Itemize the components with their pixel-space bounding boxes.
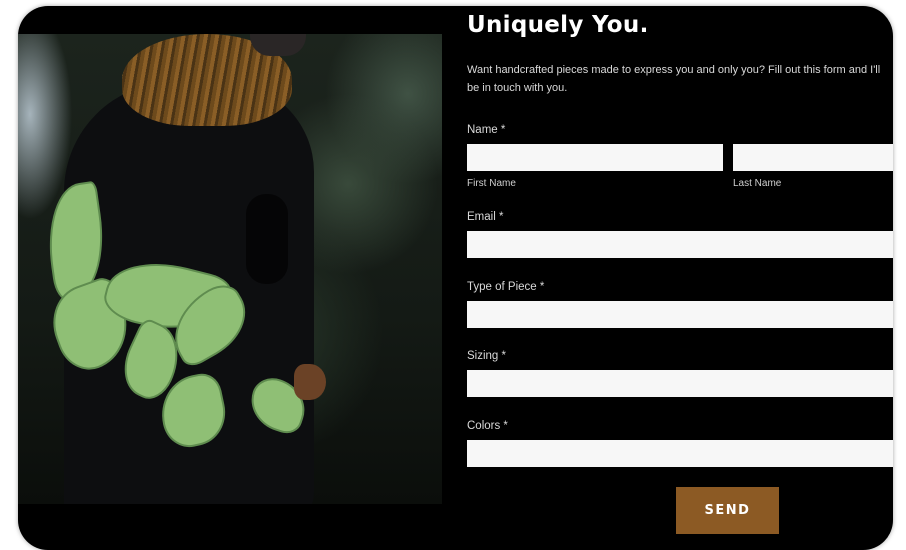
colors-label: Colors * bbox=[467, 420, 508, 432]
page-title: Uniquely You. bbox=[467, 12, 649, 38]
contact-card: Uniquely You. Want handcrafted pieces ma… bbox=[18, 6, 893, 550]
sizing-input[interactable] bbox=[467, 370, 893, 397]
send-button[interactable]: SEND bbox=[676, 487, 779, 534]
last-name-input[interactable] bbox=[733, 144, 893, 171]
email-input[interactable] bbox=[467, 231, 893, 258]
last-name-sublabel: Last Name bbox=[733, 178, 782, 189]
type-of-piece-input[interactable] bbox=[467, 301, 893, 328]
colors-input[interactable] bbox=[467, 440, 893, 467]
email-label: Email * bbox=[467, 211, 504, 223]
type-of-piece-label: Type of Piece * bbox=[467, 281, 545, 293]
model-photo bbox=[18, 34, 442, 504]
form-intro: Want handcrafted pieces made to express … bbox=[467, 64, 881, 94]
sizing-label: Sizing * bbox=[467, 350, 506, 362]
first-name-sublabel: First Name bbox=[467, 178, 516, 189]
first-name-input[interactable] bbox=[467, 144, 723, 171]
name-label: Name * bbox=[467, 124, 506, 136]
